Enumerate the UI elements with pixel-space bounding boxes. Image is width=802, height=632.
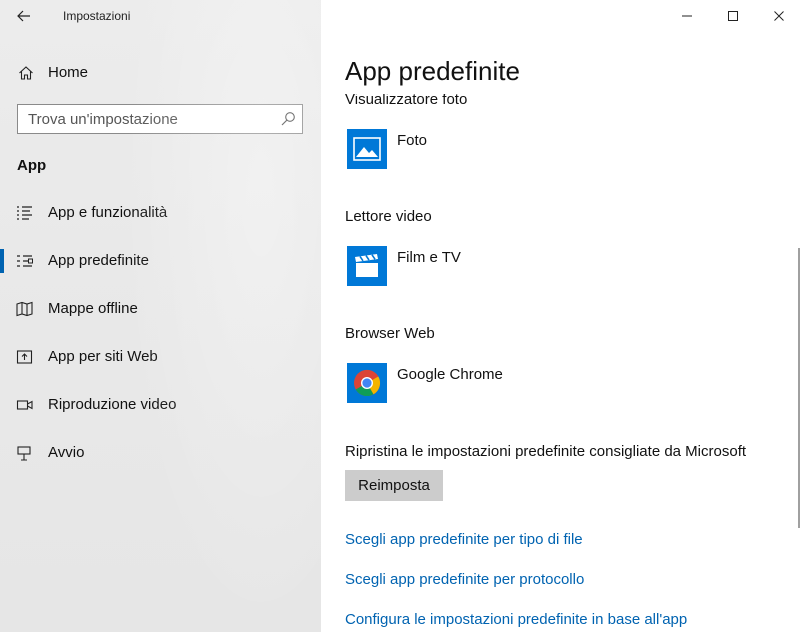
search-box — [17, 104, 303, 134]
section-title: App — [17, 157, 47, 174]
chrome-icon — [347, 363, 387, 403]
main-content: App predefinite Visualizzatore foto Foto… — [321, 0, 802, 632]
map-icon — [16, 301, 33, 317]
close-icon — [774, 11, 784, 21]
window-controls — [664, 0, 802, 32]
default-app-web-browser[interactable]: Google Chrome — [345, 363, 645, 405]
maximize-button[interactable] — [710, 0, 756, 32]
settings-window: Impostazioni Home App App e funzionalità — [0, 0, 802, 632]
title-bar: Impostazioni — [0, 0, 321, 32]
sidebar-item-label: App predefinite — [48, 252, 149, 269]
page-title: App predefinite — [345, 56, 520, 86]
photos-icon — [347, 129, 387, 169]
default-app-video-player[interactable]: Film e TV — [345, 246, 645, 288]
sidebar-item-label: Riproduzione video — [48, 396, 177, 413]
startup-icon — [17, 446, 31, 461]
category-label-video-player: Lettore video — [345, 208, 432, 225]
category-label-web-browser: Browser Web — [345, 325, 435, 342]
back-arrow-icon — [17, 10, 30, 22]
sidebar-item-home[interactable]: Home — [0, 58, 321, 88]
reset-button[interactable]: Reimposta — [345, 470, 443, 501]
sidebar-item-label: Avvio — [48, 444, 85, 461]
search-icon[interactable] — [280, 111, 296, 127]
close-button[interactable] — [756, 0, 802, 32]
active-indicator — [0, 249, 4, 273]
movies-tv-icon — [347, 246, 387, 286]
search-input[interactable] — [18, 105, 278, 133]
window-title: Impostazioni — [63, 9, 131, 23]
sidebar-item-label: Mappe offline — [48, 300, 138, 317]
settings-scroll-area: Visualizzatore foto Foto Lettore video F… — [321, 94, 802, 632]
minimize-button[interactable] — [664, 0, 710, 32]
default-app-photo-viewer[interactable]: Foto — [345, 129, 645, 171]
minimize-icon — [682, 15, 692, 17]
home-icon — [19, 66, 33, 80]
default-apps-icon — [17, 255, 33, 267]
sidebar-item-offline-maps[interactable]: Mappe offline — [0, 289, 321, 329]
sidebar-item-default-apps[interactable]: App predefinite — [0, 241, 321, 281]
sidebar-item-web-apps[interactable]: App per siti Web — [0, 337, 321, 377]
link-set-defaults-by-app[interactable]: Configura le impostazioni predefinite in… — [345, 611, 687, 628]
category-label-photo-viewer: Visualizzatore foto — [345, 94, 468, 108]
sidebar-item-apps-features[interactable]: App e funzionalità — [0, 193, 321, 233]
back-button[interactable] — [10, 4, 38, 28]
scrollbar[interactable] — [798, 248, 800, 528]
link-choose-by-protocol[interactable]: Scegli app predefinite per protocollo — [345, 571, 584, 588]
link-choose-by-file-type[interactable]: Scegli app predefinite per tipo di file — [345, 531, 583, 548]
list-icon — [17, 206, 32, 220]
sidebar-item-startup[interactable]: Avvio — [0, 433, 321, 473]
sidebar-item-label: App per siti Web — [48, 348, 158, 365]
sidebar-item-label: App e funzionalità — [48, 204, 168, 221]
reset-description: Ripristina le impostazioni predefinite c… — [345, 443, 747, 460]
app-name: Foto — [397, 132, 428, 149]
maximize-icon — [728, 11, 738, 21]
sidebar: Impostazioni Home App App e funzionalità — [0, 0, 321, 632]
app-name: Google Chrome — [397, 366, 503, 383]
sidebar-item-label: Home — [48, 64, 89, 81]
sidebar-item-video-playback[interactable]: Riproduzione video — [0, 385, 321, 425]
app-name: Film e TV — [397, 249, 461, 266]
video-icon — [16, 400, 33, 410]
web-app-icon — [16, 350, 33, 364]
